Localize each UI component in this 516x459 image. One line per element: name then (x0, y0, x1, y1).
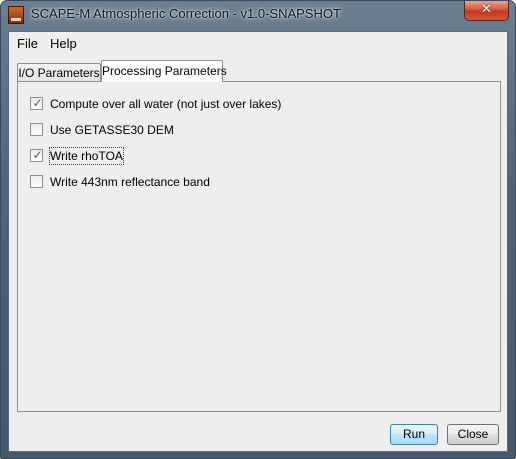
window-close-button[interactable]: ✕ (464, 1, 509, 21)
window-title: SCAPE-M Atmospheric Correction - v1.0-SN… (31, 6, 341, 21)
menu-bar: File Help (9, 32, 507, 56)
use-getasse30-dem-checkbox[interactable] (30, 123, 43, 136)
application-window: SCAPE-M Atmospheric Correction - v1.0-SN… (0, 0, 516, 459)
compute-over-all-water-checkbox[interactable]: ✓ (30, 96, 43, 110)
tab-processing-parameters[interactable]: Processing Parameters (101, 60, 227, 82)
close-icon: ✕ (481, 2, 492, 17)
tab-io-parameters[interactable]: I/O Parameters (17, 63, 101, 82)
run-button[interactable]: Run (390, 424, 438, 445)
menu-help[interactable]: Help (50, 36, 77, 51)
write-443nm-reflectance-checkbox[interactable] (30, 175, 43, 188)
use-getasse30-dem-label[interactable]: Use GETASSE30 DEM (50, 122, 174, 138)
menu-file[interactable]: File (17, 36, 38, 51)
write-rhotoa-checkbox[interactable]: ✓ (30, 148, 43, 162)
compute-over-all-water-label[interactable]: Compute over all water (not just over la… (50, 96, 281, 112)
write-443nm-reflectance-label[interactable]: Write 443nm reflectance band (50, 174, 210, 190)
app-icon[interactable] (8, 6, 24, 24)
checkmark-icon: ✓ (32, 96, 43, 110)
checkmark-icon: ✓ (32, 148, 43, 162)
write-rhotoa-label[interactable]: Write rhoTOA (49, 147, 124, 165)
processing-parameters-panel: ✓ Compute over all water (not just over … (17, 81, 501, 412)
window-content: File Help I/O Parameters Processing Para… (8, 31, 508, 452)
tab-strip: I/O Parameters Processing Parameters (9, 60, 507, 82)
title-bar[interactable]: SCAPE-M Atmospheric Correction - v1.0-SN… (1, 1, 515, 31)
close-button[interactable]: Close (447, 424, 499, 445)
